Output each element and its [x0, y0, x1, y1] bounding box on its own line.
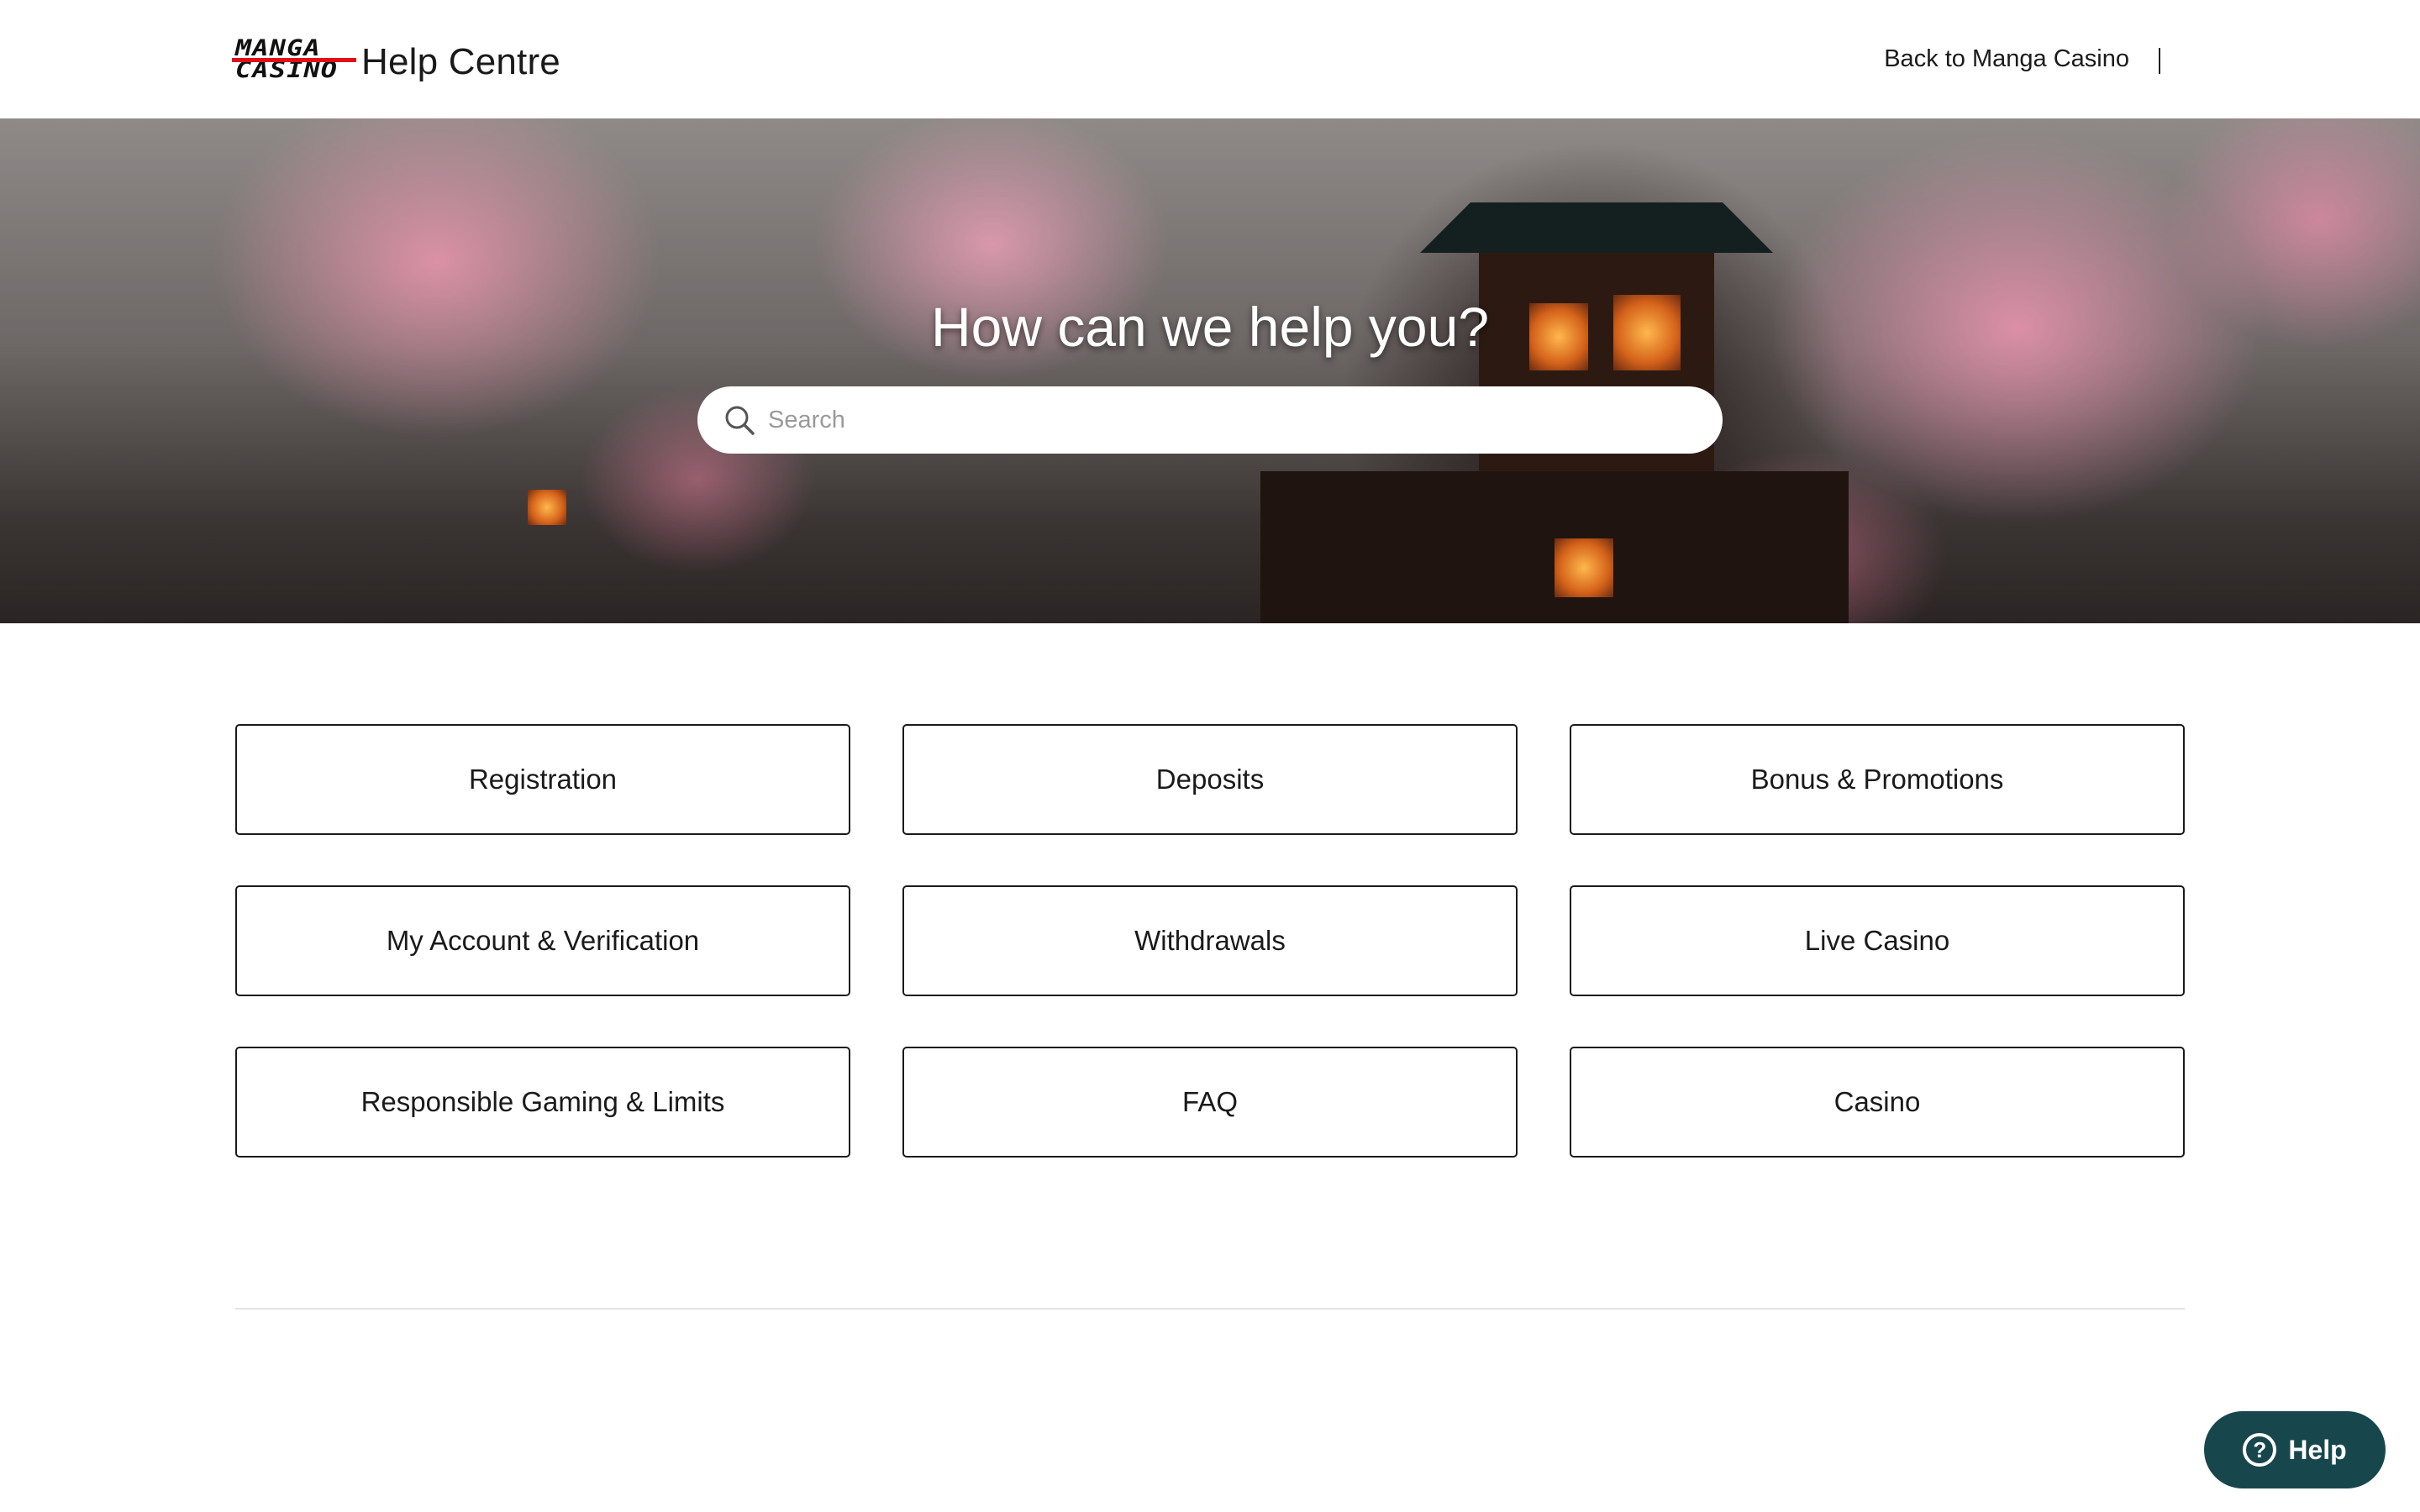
hero-heading: How can we help you?: [930, 296, 1490, 358]
logo-line-2: CASINO: [235, 57, 339, 83]
hero-background-pagoda: [1260, 144, 1849, 623]
category-responsible-gaming[interactable]: Responsible Gaming & Limits: [235, 1047, 850, 1158]
manga-casino-logo: MANGA CASINO: [232, 35, 356, 84]
category-casino[interactable]: Casino: [1570, 1047, 2185, 1158]
lantern-window: [528, 490, 566, 525]
category-account-verification[interactable]: My Account & Verification: [235, 885, 850, 996]
question-circle-icon: ?: [2243, 1433, 2277, 1467]
search-input[interactable]: [768, 406, 1723, 434]
back-to-casino-link[interactable]: Back to Manga Casino: [1884, 45, 2129, 73]
category-bonus-promotions[interactable]: Bonus & Promotions: [1570, 724, 2185, 835]
help-widget-button[interactable]: ? Help: [2204, 1411, 2386, 1488]
site-header: MANGA CASINO Help Centre Back to Manga C…: [0, 0, 2420, 118]
hero-banner: How can we help you?: [0, 118, 2420, 623]
help-button-label: Help: [2288, 1434, 2347, 1465]
category-withdrawals[interactable]: Withdrawals: [902, 885, 1518, 996]
search-icon: [725, 406, 755, 435]
category-live-casino[interactable]: Live Casino: [1570, 885, 2185, 996]
pagoda-lantern: [1555, 538, 1613, 597]
category-faq[interactable]: FAQ: [902, 1047, 1518, 1158]
pagoda-lower-hall: [1260, 471, 1849, 623]
category-grid: Registration Deposits Bonus & Promotions…: [235, 724, 2185, 1158]
logo-strike: [232, 58, 356, 62]
brand-home-link[interactable]: MANGA CASINO Help Centre: [232, 30, 560, 89]
category-deposits[interactable]: Deposits: [902, 724, 1518, 835]
section-divider: [235, 1308, 2185, 1310]
search-bar[interactable]: [697, 386, 1723, 454]
pagoda-roof: [1420, 202, 1773, 253]
help-centre-title: Help Centre: [361, 41, 560, 82]
header-divider: [2159, 48, 2160, 74]
category-registration[interactable]: Registration: [235, 724, 850, 835]
